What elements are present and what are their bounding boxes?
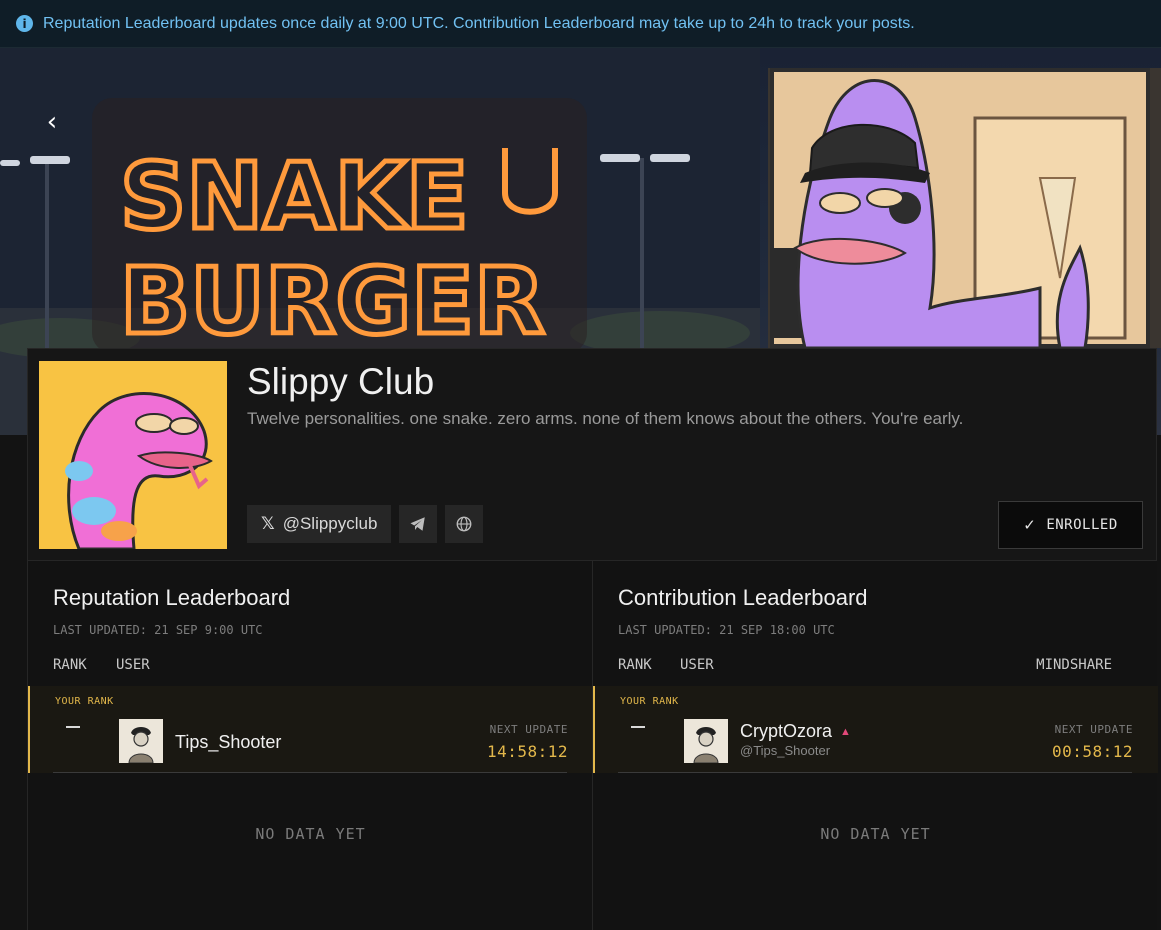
your-rank-row[interactable]: YOUR RANK CryptOzora ▲ @Tips_Shooter NEX… — [593, 686, 1158, 773]
club-avatar — [39, 361, 227, 549]
reputation-title: Reputation Leaderboard — [53, 585, 291, 610]
row-divider — [53, 772, 567, 773]
user-name[interactable]: Tips_Shooter — [175, 732, 281, 753]
user-avatar-icon — [119, 719, 163, 763]
neon-sign: SNAKE BURGER — [118, 141, 558, 348]
avatar — [684, 719, 728, 763]
contribution-last-updated: LAST UPDATED: 21 SEP 18:00 UTC — [618, 623, 835, 637]
website-link[interactable] — [445, 505, 484, 543]
club-profile: Slippy Club Twelve personalities. one sn… — [27, 348, 1157, 560]
empty-state: NO DATA YET — [255, 825, 366, 843]
info-banner-text: Reputation Leaderboard updates once dail… — [43, 14, 915, 32]
row-divider — [618, 772, 1132, 773]
avatar — [119, 719, 163, 763]
contribution-leaderboard: Contribution Leaderboard LAST UPDATED: 2… — [592, 561, 1158, 930]
mindshare-column-header[interactable]: MINDSHARE — [1036, 657, 1112, 673]
next-update-label: NEXT UPDATE — [489, 723, 568, 736]
user-name: CryptOzora — [740, 721, 833, 741]
check-icon: ✓ — [1023, 516, 1037, 534]
snake-avatar-icon — [39, 361, 227, 549]
rank-value — [631, 726, 645, 728]
telegram-link[interactable] — [399, 505, 438, 543]
your-rank-row[interactable]: YOUR RANK Tips_Shooter NEXT UPDATE 14:58… — [28, 686, 593, 773]
next-update-label: NEXT UPDATE — [1054, 723, 1133, 736]
reputation-leaderboard: Reputation Leaderboard LAST UPDATED: 21 … — [27, 561, 593, 930]
club-title: Slippy Club — [247, 361, 435, 402]
info-banner: i Reputation Leaderboard updates once da… — [0, 0, 1161, 48]
neon-text-burger: BURGER — [120, 248, 545, 348]
empty-state: NO DATA YET — [820, 825, 931, 843]
user-avatar-icon — [684, 719, 728, 763]
next-update-timer: 14:58:12 — [486, 742, 568, 761]
user-column-header: USER — [116, 657, 150, 673]
leaderboards: Reputation Leaderboard LAST UPDATED: 21 … — [27, 560, 1158, 930]
x-profile-link[interactable]: 𝕏 @Slippyclub — [247, 505, 392, 543]
enrolled-button[interactable]: ✓ ENROLLED — [998, 501, 1143, 549]
enrolled-label: ENROLLED — [1046, 517, 1118, 533]
your-rank-label: YOUR RANK — [620, 696, 679, 707]
back-chevron-icon[interactable]: ‹ — [38, 107, 66, 137]
reputation-last-updated: LAST UPDATED: 21 SEP 9:00 UTC — [53, 623, 263, 637]
your-rank-label: YOUR RANK — [55, 696, 114, 707]
user-column-header: USER — [680, 657, 714, 673]
user-handle: @Tips_Shooter — [740, 743, 831, 758]
x-handle: @Slippyclub — [282, 514, 378, 533]
user-name-row[interactable]: CryptOzora ▲ — [740, 721, 851, 742]
club-description: Twelve personalities. one snake. zero ar… — [247, 409, 964, 428]
x-logo-icon: 𝕏 — [261, 514, 275, 534]
neon-text-snake: SNAKE — [120, 143, 469, 250]
trend-up-icon: ▲ — [840, 725, 851, 738]
rank-column-header: RANK — [618, 657, 652, 673]
contribution-title: Contribution Leaderboard — [618, 585, 868, 610]
neon-logo-icon — [502, 148, 558, 215]
next-update-timer: 00:58:12 — [1051, 742, 1133, 761]
telegram-icon — [410, 517, 426, 531]
rank-value — [66, 726, 80, 728]
social-links: 𝕏 @Slippyclub — [247, 505, 484, 543]
rank-column-header: RANK — [53, 657, 87, 673]
info-icon: i — [16, 15, 33, 32]
globe-icon — [457, 516, 472, 532]
